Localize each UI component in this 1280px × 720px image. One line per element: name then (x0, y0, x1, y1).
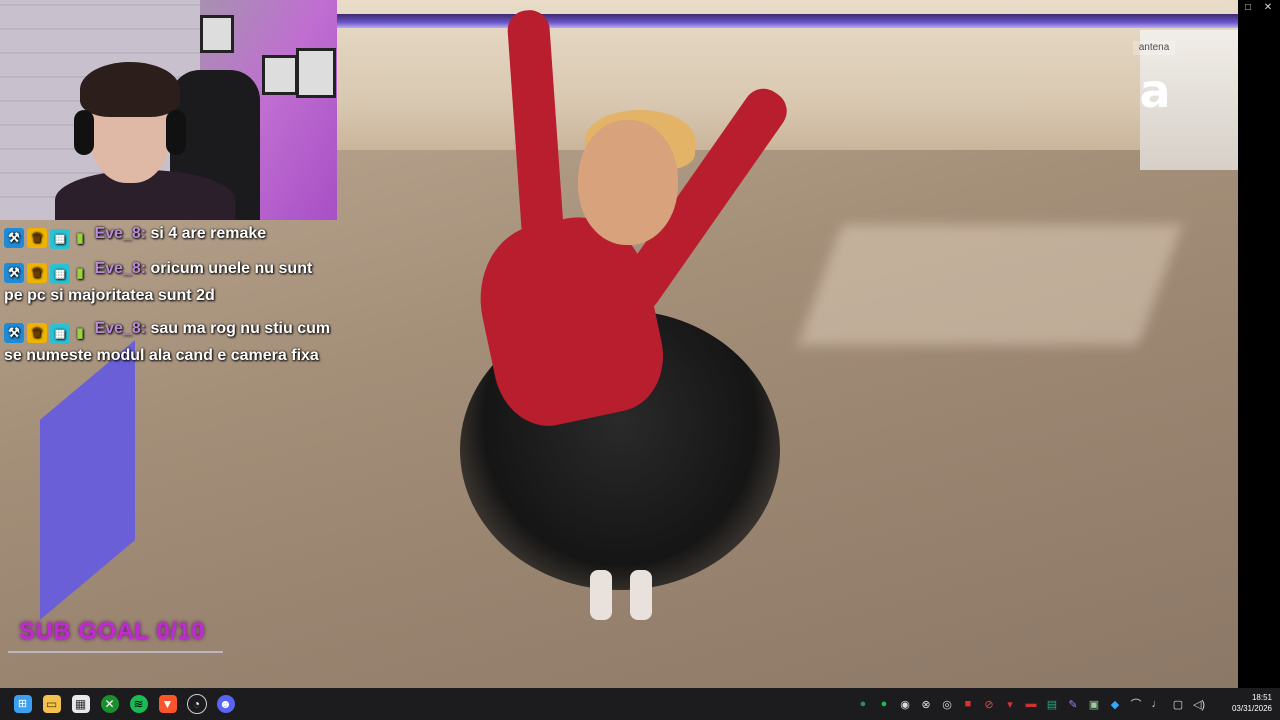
hammer-icon: ⚒ (4, 322, 24, 343)
picture-frame (200, 15, 234, 53)
adobe-tray-icon[interactable]: ■ (959, 695, 977, 713)
crown-icon: ♛ (27, 228, 47, 248)
brave-icon[interactable]: ▼ (153, 688, 182, 720)
sunlight-patch (798, 225, 1182, 345)
close-button[interactable]: ✕ (1262, 2, 1274, 14)
battery-icon: ▮ (76, 265, 84, 280)
tray-app-icon[interactable]: ▤ (1043, 695, 1061, 713)
webcam-overlay (0, 0, 337, 220)
spotify-tray-icon[interactable]: ● (875, 695, 893, 713)
tray-app-icon[interactable]: ⊘ (980, 695, 998, 713)
sub-badge-icon: ▦ (50, 264, 70, 284)
channel-watermark: antena (1133, 41, 1175, 55)
chat-text: si 4 are remake (150, 225, 267, 242)
sub-goal-label: SUB GOAL 0/10 (19, 618, 206, 645)
minimize-button[interactable]: – (1222, 2, 1234, 14)
dancer-head (578, 120, 678, 245)
chat-message: ⚒ ♛ ▦ ▮ Eve_8: sau ma rog nu stiu cum se nu… (4, 317, 334, 369)
tray-app-icon[interactable]: ▬ (1022, 695, 1040, 713)
tray-app-icon[interactable]: ◆ (1106, 695, 1124, 713)
hammer-icon: ⚒ (4, 228, 24, 248)
chat-message: ⚒ ♛ ▦ ▮ Eve_8: oricum unele nu sunt pe pc s… (4, 257, 334, 309)
clock-time: 18:51 (1251, 693, 1272, 702)
dancer-leg (590, 570, 612, 620)
hammer-icon: ⚒ (4, 263, 24, 283)
taskbar-clock[interactable]: 18:51 03/31/2026 (1214, 692, 1272, 714)
battery-icon: ▮ (76, 324, 84, 340)
windows-start-icon[interactable]: ⊞ (8, 688, 37, 720)
tray-app-icon[interactable]: ▣ (1085, 695, 1103, 713)
store-icon[interactable]: ▦ (66, 688, 95, 720)
chat-username: Eve_8: (94, 225, 147, 242)
battery-icon: ▮ (76, 230, 84, 245)
ballet-dancer (440, 8, 840, 630)
picture-frame (262, 55, 298, 95)
pen-tray-icon[interactable]: ✎ (1064, 695, 1082, 713)
dancer-leg (630, 570, 652, 620)
sub-badge-icon: ▦ (50, 229, 70, 249)
discord-icon[interactable]: ☻ (211, 688, 240, 720)
maximize-button[interactable]: □ (1242, 2, 1254, 14)
crown-icon: ♛ (27, 322, 47, 343)
tray-app-icon[interactable]: ⊗ (917, 695, 935, 713)
chat-message: ⚒ ♛ ▦ ▮ Eve_8: si 4 are remake (4, 222, 334, 249)
taskbar: ⊞ ▭ ▦ ✕ ≋ ▼ ◔ ☻ ● ● ◉ ⊗ ◎ ■ ⊘ ▾ ▬ ▤ ✎ ▣ … (0, 688, 1280, 720)
file-explorer-icon[interactable]: ▭ (37, 688, 66, 720)
picture-frame (296, 48, 336, 98)
headphones-icon (74, 110, 94, 155)
tray-app-icon[interactable]: ⌒ (1127, 695, 1145, 713)
crown-icon: ♛ (27, 263, 47, 283)
steam-tray-icon[interactable]: ◉ (896, 695, 914, 713)
xbox-icon[interactable]: ✕ (95, 688, 124, 720)
streamer-hair (80, 62, 180, 117)
microphone-icon[interactable]: ♩ (1148, 695, 1166, 713)
system-tray: ● ● ◉ ⊗ ◎ ■ ⊘ ▾ ▬ ▤ ✎ ▣ ◆ ⌒ ♩ ▢ ◁) (854, 688, 1208, 720)
window-controls: – □ ✕ (1222, 2, 1274, 14)
headphones-icon (166, 110, 186, 155)
sub-badge-icon: ▦ (50, 323, 70, 344)
volume-icon[interactable]: ◁) (1190, 695, 1208, 713)
notification-app-icon[interactable]: ◔ (182, 688, 211, 720)
sub-goal-divider (8, 651, 223, 653)
display-icon[interactable]: ▢ (1169, 695, 1187, 713)
chat-overlay: ⚒ ♛ ▦ ▮ Eve_8: si 4 are remake ⚒ ♛ ▦ ▮ Eve_8: … (4, 222, 334, 376)
channel-logo-icon: a (1139, 64, 1171, 118)
tray-app-icon[interactable]: ● (854, 695, 872, 713)
chat-username: Eve_8: (94, 319, 147, 337)
chat-username: Eve_8: (94, 260, 147, 277)
tray-app-icon[interactable]: ◎ (938, 695, 956, 713)
taskbar-apps: ⊞ ▭ ▦ ✕ ≋ ▼ ◔ ☻ (8, 688, 240, 720)
spotify-icon[interactable]: ≋ (124, 688, 153, 720)
tray-app-icon[interactable]: ▾ (1001, 695, 1019, 713)
clock-date: 03/31/2026 (1231, 704, 1272, 713)
